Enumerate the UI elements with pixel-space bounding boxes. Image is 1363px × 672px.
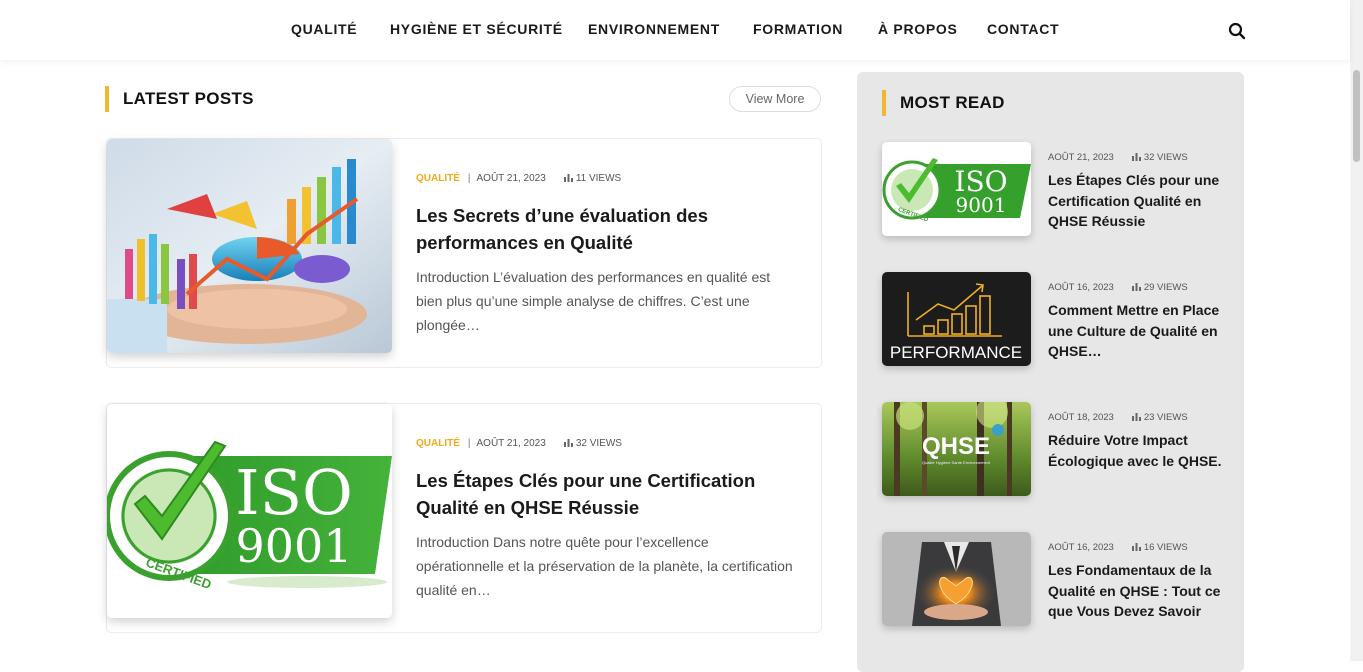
search-icon[interactable] <box>1228 22 1246 40</box>
post-card: QUALITÉ | AOÛT 21, 2023 11 VIEWS Les Secret… <box>106 138 822 368</box>
most-read-title[interactable]: Les Étapes Clés pour une Certification Q… <box>1048 170 1228 232</box>
views-icon <box>1131 283 1141 291</box>
most-read-title[interactable]: Comment Mettre en Place une Culture de Q… <box>1048 300 1228 362</box>
post-meta: QUALITÉ | AOÛT 21, 2023 32 VIEWS <box>416 438 622 449</box>
post-title[interactable]: Les Étapes Clés pour une Certification Q… <box>416 467 766 521</box>
most-read-date: AOÛT 16, 2023 <box>1048 542 1114 553</box>
most-read-item: AOÛT 16, 2023 16 VIEWS Les Fondamentaux d… <box>882 532 1232 628</box>
most-read-title[interactable]: Réduire Votre Impact Écologique avec le … <box>1048 430 1228 471</box>
latest-posts-heading: LATEST POSTS <box>123 89 254 108</box>
view-more-button[interactable]: View More <box>729 86 821 112</box>
post-excerpt: Introduction Dans notre quête pour l’exc… <box>416 534 793 598</box>
most-read-views: 29 VIEWS <box>1143 282 1188 293</box>
views-icon <box>1131 543 1141 551</box>
most-read-thumb-business-hands[interactable] <box>882 532 1031 626</box>
post-views: 32 VIEWS <box>575 438 622 449</box>
most-read-item: ISO 9001 CERTIFIED AOÛT 21, 2023 32 VIEWS… <box>882 142 1232 238</box>
scrollbar-thumb[interactable] <box>1353 70 1360 162</box>
most-read-views: 32 VIEWS <box>1143 152 1188 163</box>
post-category[interactable]: QUALITÉ <box>416 438 460 449</box>
post-image-iso-9001[interactable]: ISO 9001 CERTIFIED <box>107 404 392 618</box>
most-read-meta: AOÛT 21, 2023 32 VIEWS <box>1048 152 1188 163</box>
views-icon <box>1131 153 1141 161</box>
most-read-date: AOÛT 21, 2023 <box>1048 152 1114 163</box>
post-excerpt: Introduction L’évaluation des performanc… <box>416 269 771 333</box>
post-image-performance-chart[interactable] <box>107 139 392 353</box>
post-views: 11 VIEWS <box>575 173 622 184</box>
most-read-meta: AOÛT 18, 2023 23 VIEWS <box>1048 412 1188 423</box>
nav-item-qualite[interactable]: QUALITÉ <box>291 21 357 37</box>
post-date: AOÛT 21, 2023 <box>476 438 546 449</box>
most-read-item: PERFORMANCE AOÛT 16, 2023 29 VIEWS Commen… <box>882 272 1232 368</box>
nav-item-contact[interactable]: CONTACT <box>987 21 1059 37</box>
most-read-views: 23 VIEWS <box>1143 412 1188 423</box>
post-card: ISO 9001 CERTIFIED QUALITÉ | AOÛT 21, 2023… <box>106 403 822 633</box>
nav-item-a-propos[interactable]: À PROPOS <box>878 21 958 37</box>
top-navigation: QUALITÉ HYGIÈNE ET SÉCURITÉ ENVIRONNEMEN… <box>0 0 1350 60</box>
most-read-meta: AOÛT 16, 2023 29 VIEWS <box>1048 282 1188 293</box>
views-icon <box>563 174 573 182</box>
most-read-thumb-iso[interactable]: ISO 9001 CERTIFIED <box>882 142 1031 236</box>
qhse-subtitle-text: Qualité Hygiène Santé Environnement <box>922 460 991 465</box>
most-read-title[interactable]: Les Fondamentaux de la Qualité en QHSE :… <box>1048 560 1228 622</box>
page-scrollbar[interactable] <box>1350 0 1363 661</box>
nav-item-environnement[interactable]: ENVIRONNEMENT <box>588 21 720 37</box>
most-read-item: QHSE Qualité Hygiène Santé Environnement… <box>882 402 1232 498</box>
qhse-text: QHSE <box>922 433 990 460</box>
most-read-date: AOÛT 18, 2023 <box>1048 412 1114 423</box>
iso-number-text: 9001 <box>956 193 1007 217</box>
most-read-sidebar: MOST READ ISO 9001 CERTIFIED AOÛT 21, 20… <box>857 72 1244 672</box>
iso-number-text: 9001 <box>235 519 352 573</box>
most-read-thumb-qhse-forest[interactable]: QHSE Qualité Hygiène Santé Environnement <box>882 402 1031 496</box>
most-read-meta: AOÛT 16, 2023 16 VIEWS <box>1048 542 1188 553</box>
post-date: AOÛT 21, 2023 <box>476 173 546 184</box>
post-title[interactable]: Les Secrets d’une évaluation des perform… <box>416 202 766 256</box>
post-category[interactable]: QUALITÉ <box>416 173 460 184</box>
views-icon <box>563 439 573 447</box>
most-read-views: 16 VIEWS <box>1143 542 1188 553</box>
nav-item-formation[interactable]: FORMATION <box>753 21 843 37</box>
latest-posts-accent-bar <box>105 86 109 112</box>
post-meta: QUALITÉ | AOÛT 21, 2023 11 VIEWS <box>416 173 622 184</box>
most-read-date: AOÛT 16, 2023 <box>1048 282 1114 293</box>
most-read-heading: MOST READ <box>900 93 1005 112</box>
performance-text: PERFORMANCE <box>890 343 1022 362</box>
nav-item-hygiene-securite[interactable]: HYGIÈNE ET SÉCURITÉ <box>390 21 563 37</box>
most-read-accent-bar <box>882 90 886 116</box>
most-read-thumb-performance[interactable]: PERFORMANCE <box>882 272 1031 366</box>
views-icon <box>1131 413 1141 421</box>
